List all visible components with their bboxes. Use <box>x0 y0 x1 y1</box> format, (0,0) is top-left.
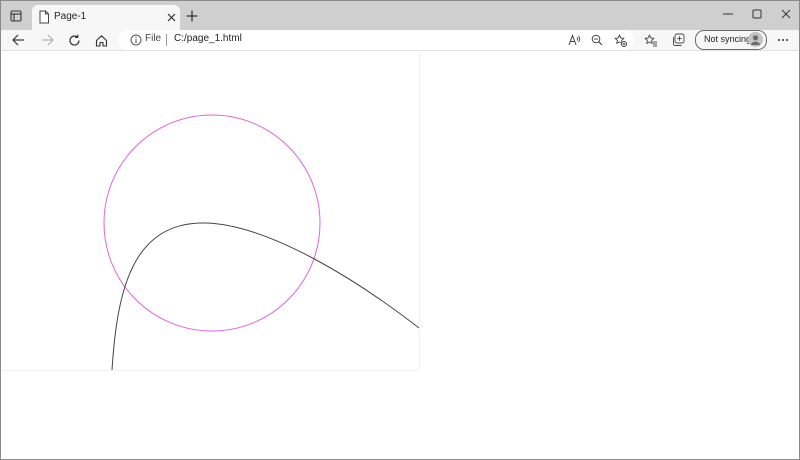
more-icon[interactable] <box>772 30 794 50</box>
collections-icon[interactable] <box>667 30 689 50</box>
curve-shape <box>111 222 419 370</box>
page-content <box>1 51 799 459</box>
tab-strip: Page-1 <box>1 1 799 30</box>
add-favorite-icon[interactable] <box>612 32 628 48</box>
tab-page-1[interactable]: Page-1 <box>32 5 180 30</box>
read-aloud-icon[interactable] <box>566 32 582 48</box>
refresh-icon[interactable] <box>63 30 85 50</box>
person-avatar-icon <box>748 32 763 47</box>
drawing-canvas <box>1 53 420 371</box>
profile-button[interactable]: Not syncing <box>695 30 767 50</box>
drawing-svg <box>103 114 419 370</box>
tab-title: Page-1 <box>54 11 87 22</box>
browser-window: Page-1 File C:/page_1.html Not syncing <box>0 0 800 460</box>
home-icon[interactable] <box>90 30 112 50</box>
zoom-out-icon[interactable] <box>589 32 605 48</box>
address-divider <box>166 34 167 46</box>
browser-toolbar: File C:/page_1.html Not syncing <box>1 30 799 50</box>
forward-arrow-icon[interactable] <box>36 30 58 50</box>
tab-close-icon[interactable] <box>165 11 177 23</box>
url-text[interactable]: C:/page_1.html <box>174 33 242 44</box>
close-icon[interactable] <box>769 3 799 25</box>
plus-icon[interactable] <box>183 7 201 25</box>
address-bar[interactable]: File C:/page_1.html <box>118 30 634 50</box>
tab-actions-icon[interactable] <box>6 6 26 26</box>
info-icon[interactable] <box>130 33 142 47</box>
page-icon <box>38 10 52 25</box>
back-arrow-icon[interactable] <box>7 30 29 50</box>
profile-label: Not syncing <box>704 34 752 44</box>
favorites-icon[interactable] <box>640 30 662 50</box>
scheme-label: File <box>145 33 162 44</box>
